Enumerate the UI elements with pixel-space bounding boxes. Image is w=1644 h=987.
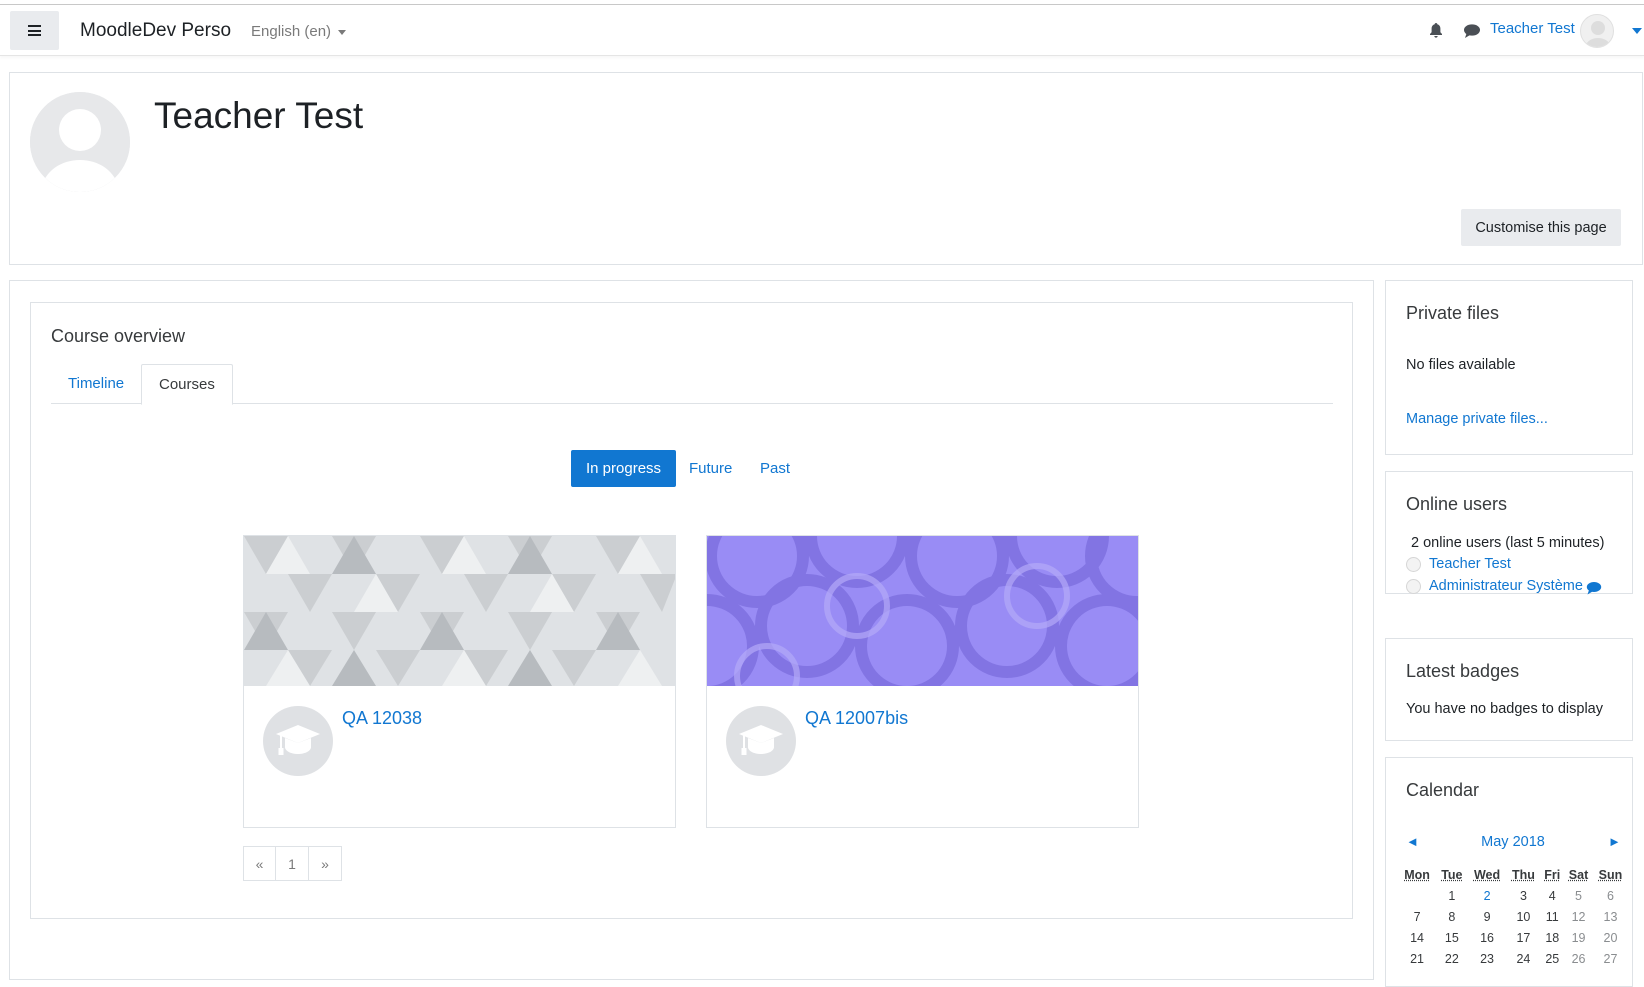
user-avatar-icon[interactable] bbox=[1580, 14, 1614, 48]
calendar-day[interactable]: 22 bbox=[1436, 948, 1468, 969]
filter-future[interactable]: Future bbox=[674, 450, 747, 487]
course-overview-block: Course overview Timeline Courses In prog… bbox=[30, 302, 1353, 919]
block-title: Course overview bbox=[51, 326, 186, 346]
calendar-day-header: Sat bbox=[1568, 868, 1589, 882]
bell-icon[interactable] bbox=[1428, 22, 1444, 44]
manage-private-files-link[interactable]: Manage private files... bbox=[1406, 411, 1548, 427]
private-files-block: Private files No files available Manage … bbox=[1385, 280, 1633, 455]
calendar-day[interactable]: 10 bbox=[1506, 906, 1540, 927]
calendar-block: Calendar May 2018 ◄ ► Mon Tue Wed Thu Fr… bbox=[1385, 757, 1633, 987]
online-users-summary: 2 online users (last 5 minutes) bbox=[1411, 535, 1605, 551]
calendar-day-header: Tue bbox=[1441, 868, 1463, 882]
calendar-day-header: Sun bbox=[1598, 868, 1623, 882]
tab-courses[interactable]: Courses bbox=[141, 364, 233, 405]
course-image[interactable] bbox=[244, 536, 675, 686]
avatar bbox=[1406, 578, 1421, 594]
online-user-item[interactable]: Teacher Test bbox=[1406, 556, 1511, 572]
online-user-name[interactable]: Teacher Test bbox=[1429, 556, 1511, 572]
calendar-day[interactable]: 16 bbox=[1468, 927, 1507, 948]
filter-in-progress[interactable]: In progress bbox=[571, 450, 677, 487]
language-menu[interactable]: English (en) bbox=[251, 23, 347, 40]
calendar-day[interactable]: 21 bbox=[1398, 948, 1436, 969]
calendar-day-header: Wed bbox=[1473, 868, 1501, 882]
calendar-day[interactable]: 5 bbox=[1564, 885, 1593, 906]
calendar-day[interactable]: 7 bbox=[1398, 906, 1436, 927]
window-top-border bbox=[0, 0, 1644, 5]
avatar bbox=[1406, 556, 1421, 572]
calendar-day[interactable]: 20 bbox=[1593, 927, 1628, 948]
calendar-day-header: Fri bbox=[1544, 868, 1561, 882]
pagination: « 1 » bbox=[243, 846, 342, 881]
main-region: Course overview Timeline Courses In prog… bbox=[9, 280, 1374, 980]
calendar-day[interactable]: 12 bbox=[1564, 906, 1593, 927]
calendar-day[interactable]: 27 bbox=[1593, 948, 1628, 969]
calendar-day[interactable]: 4 bbox=[1540, 885, 1564, 906]
overview-tabs: Timeline Courses bbox=[51, 364, 1333, 405]
hamburger-icon bbox=[28, 25, 41, 36]
calendar-day-header: Thu bbox=[1511, 868, 1535, 882]
calendar-day[interactable]: 17 bbox=[1506, 927, 1540, 948]
graduation-cap-icon bbox=[263, 706, 333, 776]
online-user-name[interactable]: Administrateur Système bbox=[1429, 578, 1583, 594]
calendar-day[interactable]: 19 bbox=[1564, 927, 1593, 948]
online-users-block: Online users 2 online users (last 5 minu… bbox=[1385, 471, 1633, 595]
customise-page-button[interactable]: Customise this page bbox=[1461, 209, 1621, 246]
course-card[interactable]: QA 12007bis bbox=[706, 535, 1139, 828]
calendar-day[interactable]: 26 bbox=[1564, 948, 1593, 969]
drawer-toggle-button[interactable] bbox=[10, 11, 59, 50]
calendar-day[interactable]: 24 bbox=[1506, 948, 1540, 969]
user-menu-caret-icon[interactable] bbox=[1632, 28, 1642, 34]
calendar-prev-month-icon[interactable]: ◄ bbox=[1406, 834, 1419, 849]
block-title: Calendar bbox=[1406, 780, 1480, 800]
calendar-next-month-icon[interactable]: ► bbox=[1608, 834, 1621, 849]
course-image[interactable] bbox=[707, 536, 1138, 686]
navbar: MoodleDev Perso English (en) Teacher Tes… bbox=[0, 6, 1644, 56]
calendar-month-link[interactable]: May 2018 bbox=[1398, 834, 1628, 850]
graduation-cap-icon bbox=[726, 706, 796, 776]
course-name-link[interactable]: QA 12038 bbox=[342, 708, 422, 729]
language-label: English (en) bbox=[251, 23, 332, 40]
tab-timeline[interactable]: Timeline bbox=[51, 364, 141, 404]
calendar-day[interactable]: 3 bbox=[1506, 885, 1540, 906]
pagination-prev-button[interactable]: « bbox=[243, 846, 276, 881]
calendar-day[interactable]: 1 bbox=[1436, 885, 1468, 906]
latest-badges-block: Latest badges You have no badges to disp… bbox=[1385, 638, 1633, 741]
online-user-item[interactable]: Administrateur Système bbox=[1406, 577, 1602, 595]
calendar-day-event[interactable]: 2 bbox=[1468, 885, 1507, 906]
calendar-day[interactable]: 23 bbox=[1468, 948, 1507, 969]
calendar-day[interactable]: 14 bbox=[1398, 927, 1436, 948]
no-files-text: No files available bbox=[1406, 357, 1516, 373]
page-header: Teacher Test Customise this page bbox=[9, 72, 1643, 265]
course-card[interactable]: QA 12038 bbox=[243, 535, 676, 828]
block-title: Private files bbox=[1406, 303, 1500, 323]
pagination-page-1[interactable]: 1 bbox=[276, 846, 309, 881]
messages-icon[interactable] bbox=[1463, 23, 1481, 44]
calendar-day-header: Mon bbox=[1404, 868, 1430, 882]
calendar-day[interactable]: 18 bbox=[1540, 927, 1564, 948]
block-title: Online users bbox=[1406, 494, 1508, 514]
calendar-grid: Mon Tue Wed Thu Fri Sat Sun 1 2 3 4 5 6 … bbox=[1398, 865, 1628, 969]
calendar-header: May 2018 ◄ ► bbox=[1398, 834, 1628, 856]
calendar-day bbox=[1398, 885, 1436, 906]
calendar-day[interactable]: 25 bbox=[1540, 948, 1564, 969]
no-badges-text: You have no badges to display bbox=[1406, 701, 1603, 717]
calendar-day[interactable]: 9 bbox=[1468, 906, 1507, 927]
chevron-down-icon bbox=[338, 29, 347, 35]
site-name[interactable]: MoodleDev Perso bbox=[80, 20, 231, 42]
pagination-next-button[interactable]: » bbox=[309, 846, 342, 881]
course-name-link[interactable]: QA 12007bis bbox=[805, 708, 908, 729]
calendar-day[interactable]: 15 bbox=[1436, 927, 1468, 948]
send-message-icon[interactable] bbox=[1586, 581, 1602, 595]
calendar-day[interactable]: 13 bbox=[1593, 906, 1628, 927]
block-title: Latest badges bbox=[1406, 661, 1520, 681]
page-title: Teacher Test bbox=[154, 95, 364, 136]
calendar-day[interactable]: 8 bbox=[1436, 906, 1468, 927]
calendar-day[interactable]: 11 bbox=[1540, 906, 1564, 927]
profile-avatar-icon bbox=[30, 92, 130, 192]
user-menu-name[interactable]: Teacher Test bbox=[1490, 20, 1575, 37]
filter-past[interactable]: Past bbox=[745, 450, 805, 487]
calendar-day[interactable]: 6 bbox=[1593, 885, 1628, 906]
